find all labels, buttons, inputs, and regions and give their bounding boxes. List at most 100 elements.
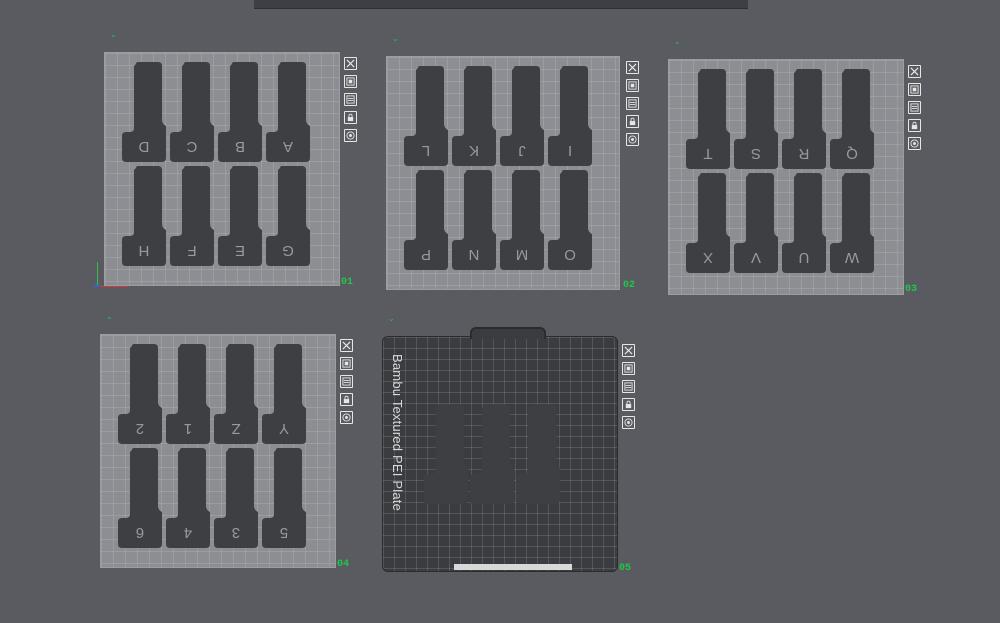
model-part[interactable]: [424, 404, 468, 504]
model-part[interactable]: L: [404, 66, 448, 166]
model-part[interactable]: Q: [830, 69, 874, 169]
settings-icon[interactable]: [622, 380, 635, 393]
part-letter-label: C: [186, 138, 198, 155]
part-letter-label: V: [751, 249, 762, 266]
model-part[interactable]: 4: [166, 448, 210, 548]
model-part[interactable]: [470, 404, 514, 504]
plate-tools-01: [344, 57, 357, 142]
model-part[interactable]: Z: [214, 344, 258, 444]
part-letter-label: U: [798, 249, 810, 266]
build-plate-01[interactable]: ⌄ D C B A H F E G: [104, 30, 340, 286]
lock-icon[interactable]: [622, 398, 635, 411]
orient-icon[interactable]: [626, 133, 639, 146]
build-plate-03[interactable]: ⌄ T S R Q X V U W: [668, 37, 904, 295]
model-part[interactable]: J: [500, 66, 544, 166]
part-letter-label: D: [138, 138, 150, 155]
part-letter-label: F: [187, 242, 197, 259]
model-part[interactable]: Y: [262, 344, 306, 444]
arrange-icon[interactable]: [344, 75, 357, 88]
model-part[interactable]: D: [122, 62, 166, 162]
arrange-icon[interactable]: [622, 362, 635, 375]
model-part[interactable]: H: [122, 166, 166, 266]
plate-handle-tab: [470, 327, 546, 339]
close-icon[interactable]: [626, 61, 639, 74]
model-part[interactable]: E: [218, 166, 262, 266]
build-plate-05[interactable]: ⌄ Bambu Textured PEI Plate: [382, 314, 618, 572]
axis-x-indicator: [97, 286, 127, 287]
part-letter-label: I: [567, 142, 573, 159]
model-part[interactable]: W: [830, 173, 874, 273]
part-letter-label: M: [515, 246, 529, 263]
plate-index-label: 01: [341, 277, 354, 288]
orient-icon[interactable]: [344, 129, 357, 142]
orient-icon[interactable]: [622, 416, 635, 429]
plate-tools-04: [340, 339, 353, 424]
model-part[interactable]: T: [686, 69, 730, 169]
plate-index-label: 02: [623, 280, 636, 291]
plate-marker: ⌄: [110, 30, 117, 39]
plate-marker: ⌄: [388, 314, 395, 323]
part-letter-label: K: [469, 142, 480, 159]
model-part[interactable]: K: [452, 66, 496, 166]
model-part[interactable]: 1: [166, 344, 210, 444]
model-part[interactable]: B: [218, 62, 262, 162]
model-part[interactable]: R: [782, 69, 826, 169]
arrange-icon[interactable]: [626, 79, 639, 92]
settings-icon[interactable]: [340, 375, 353, 388]
part-letter-label: X: [703, 249, 714, 266]
part-letter-label: 2: [135, 420, 145, 437]
build-plate-04[interactable]: ⌄ 2 1 Z Y 6 4 3 5: [100, 312, 336, 568]
model-part[interactable]: 5: [262, 448, 306, 548]
model-part[interactable]: 3: [214, 448, 258, 548]
model-part[interactable]: U: [782, 173, 826, 273]
part-letter-label: T: [703, 145, 713, 162]
orient-icon[interactable]: [340, 411, 353, 424]
part-letter-label: 3: [231, 524, 241, 541]
plate-marker: ⌄: [392, 34, 399, 43]
lock-icon[interactable]: [908, 119, 921, 132]
plate-tools-03: [908, 65, 921, 150]
lock-icon[interactable]: [344, 111, 357, 124]
model-part[interactable]: I: [548, 66, 592, 166]
arrange-icon[interactable]: [908, 83, 921, 96]
model-part[interactable]: P: [404, 170, 448, 270]
model-part[interactable]: G: [266, 166, 310, 266]
close-icon[interactable]: [908, 65, 921, 78]
model-part[interactable]: N: [452, 170, 496, 270]
part-letter-label: Q: [846, 145, 858, 162]
model-part[interactable]: [516, 404, 560, 504]
lock-icon[interactable]: [340, 393, 353, 406]
part-letter-label: 5: [279, 524, 289, 541]
part-letter-label: H: [138, 242, 150, 259]
part-letter-label: J: [518, 142, 526, 159]
part-letter-label: G: [282, 242, 294, 259]
model-part[interactable]: S: [734, 69, 778, 169]
model-part[interactable]: O: [548, 170, 592, 270]
close-icon[interactable]: [344, 57, 357, 70]
model-part[interactable]: 6: [118, 448, 162, 548]
plate-index-label: 04: [337, 559, 350, 570]
settings-icon[interactable]: [344, 93, 357, 106]
plate-marker: ⌄: [106, 312, 113, 321]
build-plate-02[interactable]: ⌄ L K J I P N M O: [386, 34, 620, 290]
model-part[interactable]: 2: [118, 344, 162, 444]
model-part[interactable]: C: [170, 62, 214, 162]
plate-barcode-strip: [454, 564, 572, 570]
plate-index-label: 03: [905, 284, 918, 295]
orient-icon[interactable]: [908, 137, 921, 150]
plate-index-label: 05: [619, 563, 632, 574]
model-part[interactable]: M: [500, 170, 544, 270]
arrange-icon[interactable]: [340, 357, 353, 370]
close-icon[interactable]: [622, 344, 635, 357]
close-icon[interactable]: [340, 339, 353, 352]
lock-icon[interactable]: [626, 115, 639, 128]
part-letter-label: N: [468, 246, 480, 263]
model-part[interactable]: A: [266, 62, 310, 162]
settings-icon[interactable]: [908, 101, 921, 114]
part-letter-label: S: [751, 145, 762, 162]
model-part[interactable]: V: [734, 173, 778, 273]
model-part[interactable]: X: [686, 173, 730, 273]
settings-icon[interactable]: [626, 97, 639, 110]
model-part[interactable]: F: [170, 166, 214, 266]
part-letter-label: P: [421, 246, 432, 263]
